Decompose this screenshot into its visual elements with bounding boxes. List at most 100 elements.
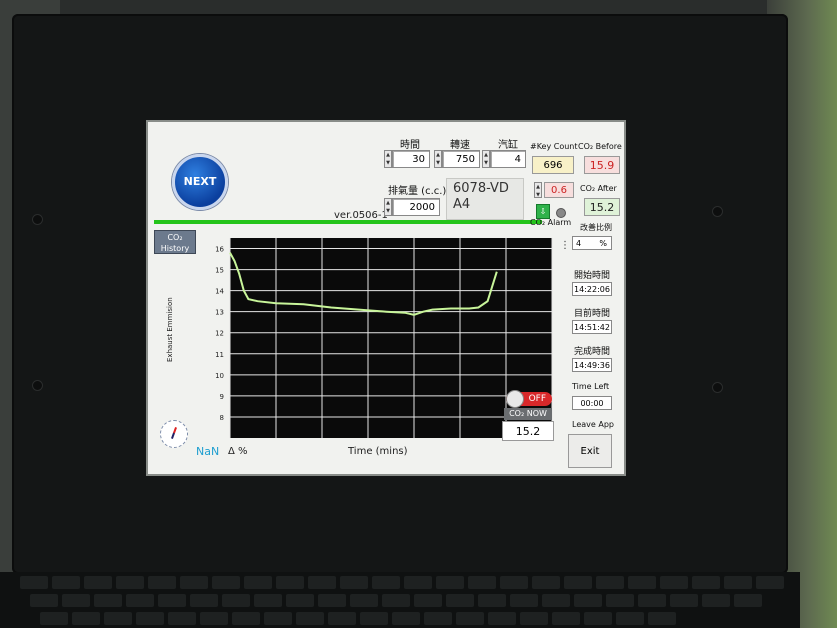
key: [360, 612, 388, 625]
key: [724, 576, 752, 589]
exit-button[interactable]: Exit: [568, 434, 612, 468]
co2-now-value: 15.2: [502, 421, 554, 441]
key: [510, 594, 538, 607]
finish-time-label: 完成時間: [574, 347, 611, 357]
key: [584, 612, 612, 625]
key: [264, 612, 292, 625]
key: [596, 576, 624, 589]
screw: [712, 382, 723, 393]
key: [168, 612, 196, 625]
vehicle-plate: 6078-VD: [453, 181, 509, 196]
vehicle-info: 6078-VD A4: [446, 178, 524, 220]
alarm-threshold-stepper[interactable]: ▲ ▼: [534, 182, 542, 198]
vehicle-slot: A4: [453, 197, 471, 212]
screw: [32, 380, 43, 391]
screw: [712, 206, 723, 217]
next-logo: NEXT: [172, 154, 228, 210]
key: [126, 594, 154, 607]
key: [468, 576, 496, 589]
key: [648, 612, 676, 625]
key: [296, 612, 324, 625]
scroll-grip-icon[interactable]: ⋮: [560, 240, 570, 254]
co2-now-label: CO₂ NOW: [504, 408, 552, 420]
key: [478, 594, 506, 607]
key: [308, 576, 336, 589]
key: [628, 576, 656, 589]
key: [30, 594, 58, 607]
key: [638, 594, 666, 607]
co2-after-label: CO₂ After: [580, 184, 617, 193]
keyboard-row-num: [30, 594, 762, 608]
key: [254, 594, 282, 607]
key: [670, 594, 698, 607]
x-axis-title: Time (mins): [348, 446, 408, 457]
co2-before-label: CO₂ Before: [578, 142, 622, 151]
y-axis-title: Exhaust Emmision: [166, 297, 174, 363]
keyboard: [0, 572, 800, 628]
y-tick-label: 15: [215, 267, 224, 275]
key: [244, 576, 272, 589]
cylinders-stepper[interactable]: ▲ ▼: [482, 150, 490, 168]
ratio-box: 4 %: [572, 236, 612, 250]
alarm-download-icon[interactable]: ⇩: [536, 204, 550, 219]
y-tick-label: 9: [220, 393, 224, 401]
key: [340, 576, 368, 589]
y-tick-label: 13: [215, 309, 224, 317]
rpm-label: 轉速: [450, 140, 470, 151]
key: [62, 594, 90, 607]
key: [692, 576, 720, 589]
time-left-value: 00:00: [572, 396, 612, 410]
key: [328, 612, 356, 625]
key: [552, 612, 580, 625]
key: [200, 612, 228, 625]
rpm-stepper[interactable]: ▲ ▼: [434, 150, 442, 168]
displacement-stepper[interactable]: ▲ ▼: [384, 198, 392, 216]
key: [116, 576, 144, 589]
key: [276, 576, 304, 589]
key: [84, 576, 112, 589]
alarm-threshold-input[interactable]: 0.6: [544, 182, 574, 198]
finish-time-value: 14:49:36: [572, 358, 612, 372]
key: [286, 594, 314, 607]
co2-history-button[interactable]: CO₂ History: [154, 230, 196, 254]
co2-before-value: 15.9: [584, 156, 620, 174]
rpm-input[interactable]: 750: [442, 150, 480, 168]
key: [436, 576, 464, 589]
key: [702, 594, 730, 607]
key: [222, 594, 250, 607]
start-time-value: 14:22:06: [572, 282, 612, 296]
cylinders-input[interactable]: 4: [490, 150, 526, 168]
toggle-knob: [506, 390, 524, 408]
key: [500, 576, 528, 589]
touch-screen: NEXT ver.0506-1 時間 ▲ ▼ 30 轉速 ▲ ▼ 750 汽缸 ▲ ▼…: [146, 120, 626, 476]
key: [180, 576, 208, 589]
key: [318, 594, 346, 607]
y-tick-label: 12: [215, 330, 224, 338]
key: [52, 576, 80, 589]
time-label: 時間: [400, 140, 420, 151]
key: [542, 594, 570, 607]
co2-toggle[interactable]: OFF: [506, 390, 552, 408]
key: [372, 576, 400, 589]
y-tick-label: 8: [220, 414, 224, 422]
chart-svg: 8 9 10 11 12 13 14 15 16: [215, 238, 553, 438]
alarm-led-icon: [556, 208, 566, 218]
key: [488, 612, 516, 625]
key: [212, 576, 240, 589]
key-count-value: 696: [532, 156, 574, 174]
co2-chart: 8 9 10 11 12 13 14 15 16: [154, 232, 558, 466]
key: [756, 576, 784, 589]
key: [606, 594, 634, 607]
displacement-input[interactable]: 2000: [392, 198, 440, 216]
key: [72, 612, 100, 625]
ratio-unit: %: [599, 239, 607, 248]
key: [136, 612, 164, 625]
key: [350, 594, 378, 607]
key: [148, 576, 176, 589]
key: [424, 612, 452, 625]
time-input[interactable]: 30: [392, 150, 430, 168]
time-stepper[interactable]: ▲ ▼: [384, 150, 392, 168]
leave-app-label: Leave App: [572, 420, 614, 429]
key: [104, 612, 132, 625]
co2-after-value: 15.2: [584, 198, 620, 216]
